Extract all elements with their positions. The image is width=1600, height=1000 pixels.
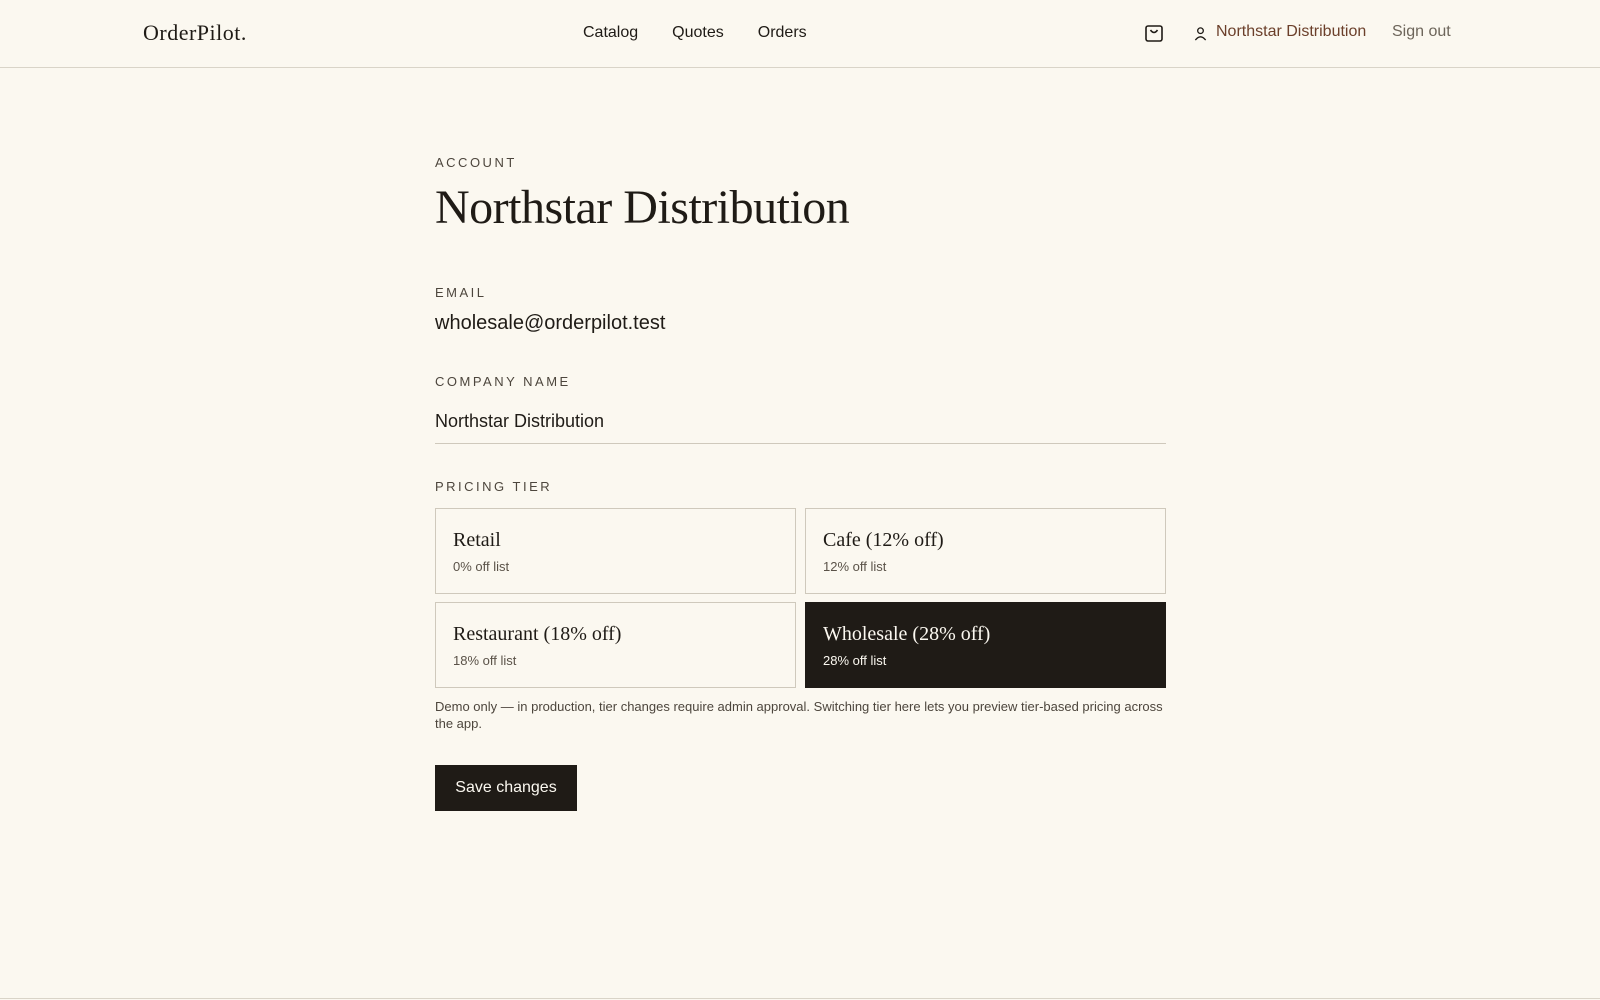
section-eyebrow: ACCOUNT	[435, 155, 517, 170]
nav-orders[interactable]: Orders	[758, 24, 807, 42]
tier-option-retail[interactable]: Retail 0% off list	[435, 508, 796, 594]
account-link[interactable]: Northstar Distribution	[1193, 23, 1366, 41]
pricing-tier-options: Retail 0% off list Cafe (12% off) 12% of…	[435, 508, 1166, 688]
tier-name: Retail	[453, 529, 501, 551]
tier-option-wholesale[interactable]: Wholesale (28% off) 28% off list	[805, 602, 1166, 688]
email-label: EMAIL	[435, 285, 487, 300]
account-name: Northstar Distribution	[1216, 23, 1367, 40]
email-value: wholesale@orderpilot.test	[435, 312, 666, 334]
pricing-tier-label: PRICING TIER	[435, 479, 553, 494]
nav-quotes[interactable]: Quotes	[672, 24, 724, 42]
tier-name: Cafe (12% off)	[823, 529, 944, 551]
tier-option-cafe[interactable]: Cafe (12% off) 12% off list	[805, 508, 1166, 594]
page-title: Northstar Distribution	[435, 181, 850, 234]
shopping-bag-icon[interactable]	[1143, 22, 1165, 44]
save-changes-button[interactable]: Save changes	[435, 765, 577, 811]
footer-divider	[0, 998, 1600, 999]
demo-note: Demo only — in production, tier changes …	[435, 699, 1163, 731]
tier-option-restaurant[interactable]: Restaurant (18% off) 18% off list	[435, 602, 796, 688]
logo[interactable]: OrderPilot.	[143, 20, 247, 46]
tier-name: Wholesale (28% off)	[823, 623, 991, 645]
tier-discount: 0% off list	[453, 559, 510, 574]
company-name-label: COMPANY NAME	[435, 374, 571, 389]
sign-out-link[interactable]: Sign out	[1392, 23, 1451, 41]
top-navigation-bar: OrderPilot. Catalog Quotes Orders Norths…	[0, 0, 1600, 68]
tier-name: Restaurant (18% off)	[453, 623, 622, 645]
main-nav: Catalog Quotes Orders	[583, 24, 807, 42]
company-name-input[interactable]	[435, 400, 1166, 444]
nav-catalog[interactable]: Catalog	[583, 24, 638, 42]
user-icon	[1194, 27, 1207, 41]
tier-discount: 28% off list	[823, 653, 887, 668]
tier-discount: 12% off list	[823, 559, 887, 574]
tier-discount: 18% off list	[453, 653, 517, 668]
